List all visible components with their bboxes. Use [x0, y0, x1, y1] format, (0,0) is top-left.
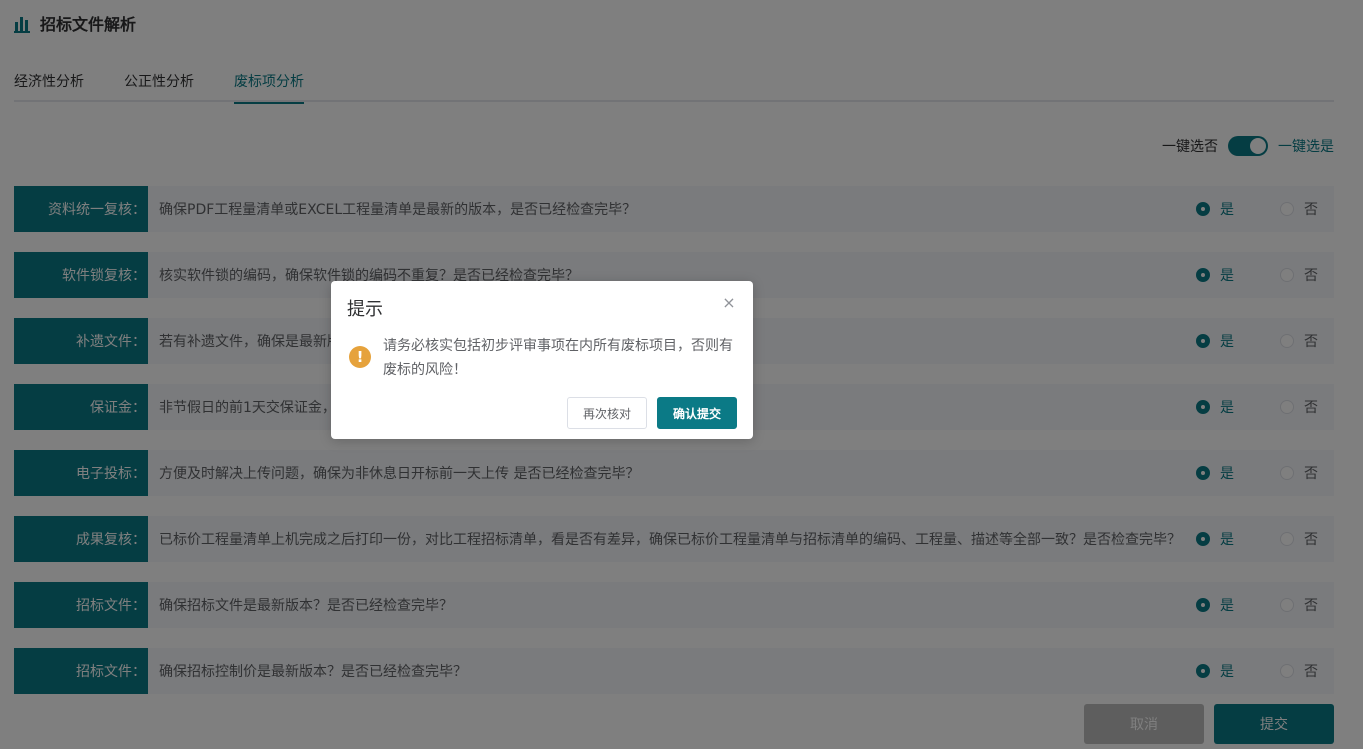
dialog-message: 请务必核实包括初步评审事项在内所有废标项目，否则有废标的风险！	[383, 338, 733, 378]
close-icon[interactable]: ×	[721, 295, 737, 311]
recheck-button[interactable]: 再次核对	[567, 397, 647, 429]
warning-icon: !	[349, 346, 371, 368]
confirm-dialog: 提示 × ! 请务必核实包括初步评审事项在内所有废标项目，否则有废标的风险！ 再…	[331, 281, 753, 439]
dialog-title: 提示	[347, 299, 383, 320]
confirm-submit-button[interactable]: 确认提交	[657, 397, 737, 429]
